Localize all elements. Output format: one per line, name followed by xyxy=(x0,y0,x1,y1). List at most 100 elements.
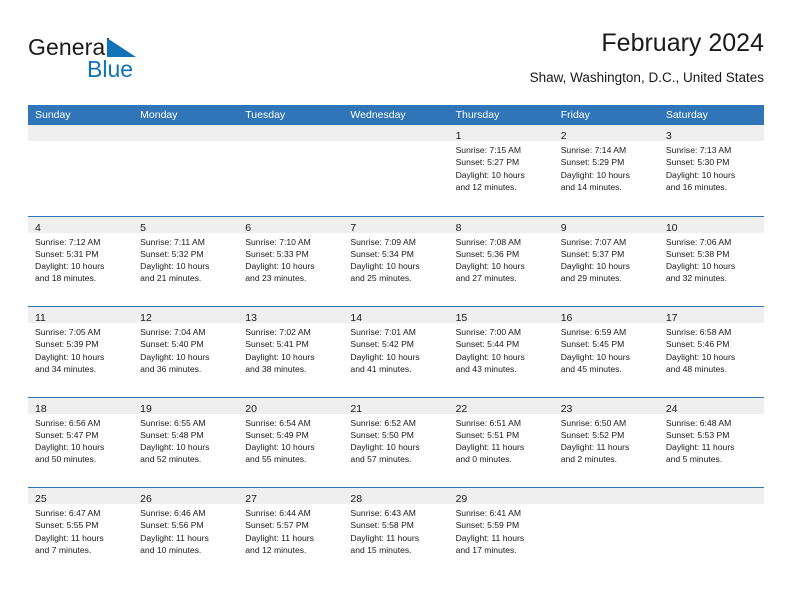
page-header: General Blue February 2024 Shaw, Washing… xyxy=(28,28,764,98)
day-cell[interactable]: 11 Sunrise: 7:05 AM Sunset: 5:39 PM Dayl… xyxy=(28,307,134,397)
day-cell[interactable]: 20 Sunrise: 6:54 AM Sunset: 5:49 PM Dayl… xyxy=(238,397,344,487)
daylight-text-line2: and 12 minutes. xyxy=(455,181,517,192)
day-number-band xyxy=(238,125,344,141)
daylight-text-line1: Daylight: 11 hours xyxy=(560,442,630,453)
sunrise-text: Sunrise: 7:12 AM xyxy=(35,236,101,247)
day-cell[interactable]: 6 Sunrise: 7:10 AM Sunset: 5:33 PM Dayli… xyxy=(238,216,344,306)
daylight-text-line1: Daylight: 10 hours xyxy=(455,261,525,272)
sunset-text: Sunset: 5:41 PM xyxy=(245,339,309,350)
day-number-band: 11 xyxy=(28,307,134,324)
day-cell[interactable]: 25 Sunrise: 6:47 AM Sunset: 5:55 PM Dayl… xyxy=(28,488,134,578)
day-details: Sunrise: 7:01 AM Sunset: 5:42 PM Dayligh… xyxy=(343,323,448,375)
day-number: 23 xyxy=(560,402,573,415)
day-cell[interactable]: 16 Sunrise: 6:59 AM Sunset: 5:45 PM Dayl… xyxy=(553,307,659,397)
day-number-band: 25 xyxy=(28,488,134,505)
day-number: 29 xyxy=(455,493,468,505)
day-cell[interactable]: 4 Sunrise: 7:12 AM Sunset: 5:31 PM Dayli… xyxy=(28,216,134,306)
day-details: Sunrise: 6:52 AM Sunset: 5:50 PM Dayligh… xyxy=(343,414,448,466)
general-blue-logo[interactable]: General Blue xyxy=(28,34,268,92)
sunset-text: Sunset: 5:56 PM xyxy=(140,520,204,531)
day-cell[interactable]: 29 Sunrise: 6:41 AM Sunset: 5:59 PM Dayl… xyxy=(448,488,554,578)
calendar-page: General Blue February 2024 Shaw, Washing… xyxy=(0,0,792,612)
week-row: 1 Sunrise: 7:15 AM Sunset: 5:27 PM Dayli… xyxy=(28,125,764,216)
day-cell[interactable]: 10 Sunrise: 7:06 AM Sunset: 5:38 PM Dayl… xyxy=(658,216,764,306)
daylight-text-line2: and 34 minutes. xyxy=(35,363,97,374)
daylight-text-line2: and 52 minutes. xyxy=(140,454,202,465)
day-cell[interactable]: 24 Sunrise: 6:48 AM Sunset: 5:53 PM Dayl… xyxy=(658,397,764,487)
day-cell[interactable]: 8 Sunrise: 7:08 AM Sunset: 5:36 PM Dayli… xyxy=(448,216,554,306)
day-details: Sunrise: 7:05 AM Sunset: 5:39 PM Dayligh… xyxy=(28,323,133,375)
day-cell[interactable]: 15 Sunrise: 7:00 AM Sunset: 5:44 PM Dayl… xyxy=(448,307,554,397)
day-number-band: 24 xyxy=(658,397,764,415)
sunrise-text: Sunrise: 6:54 AM xyxy=(245,417,311,428)
day-cell[interactable]: 9 Sunrise: 7:07 AM Sunset: 5:37 PM Dayli… xyxy=(553,216,659,306)
sunrise-text: Sunrise: 7:08 AM xyxy=(455,236,522,247)
day-number: 7 xyxy=(350,221,357,234)
daylight-text-line2: and 16 minutes. xyxy=(665,181,727,192)
day-cell[interactable]: 1 Sunrise: 7:15 AM Sunset: 5:27 PM Dayli… xyxy=(448,125,554,216)
day-cell[interactable]: 2 Sunrise: 7:14 AM Sunset: 5:29 PM Dayli… xyxy=(553,125,659,216)
day-cell xyxy=(658,488,764,578)
daylight-text-line1: Daylight: 11 hours xyxy=(245,532,314,543)
day-details: Sunrise: 7:00 AM Sunset: 5:44 PM Dayligh… xyxy=(449,323,554,375)
weekday-header-wednesday: Wednesday xyxy=(350,109,406,121)
day-number-band xyxy=(343,125,449,141)
day-details: Sunrise: 7:12 AM Sunset: 5:31 PM Dayligh… xyxy=(28,233,133,285)
daylight-text-line1: Daylight: 10 hours xyxy=(35,351,105,362)
day-number-band: 3 xyxy=(658,125,764,142)
day-details: Sunrise: 7:13 AM Sunset: 5:30 PM Dayligh… xyxy=(659,141,764,193)
daylight-text-line2: and 5 minutes. xyxy=(665,454,723,465)
sunset-text: Sunset: 5:38 PM xyxy=(665,248,730,259)
daylight-text-line1: Daylight: 10 hours xyxy=(665,261,736,272)
day-cell[interactable]: 7 Sunrise: 7:09 AM Sunset: 5:34 PM Dayli… xyxy=(343,216,449,306)
day-cell[interactable]: 5 Sunrise: 7:11 AM Sunset: 5:32 PM Dayli… xyxy=(133,216,239,306)
day-number-band: 29 xyxy=(448,488,554,505)
day-cell[interactable]: 22 Sunrise: 6:51 AM Sunset: 5:51 PM Dayl… xyxy=(448,397,554,487)
day-number: 1 xyxy=(455,130,462,142)
day-number-band: 18 xyxy=(28,397,134,415)
daylight-text-line1: Daylight: 10 hours xyxy=(140,261,210,272)
day-number: 27 xyxy=(245,493,257,505)
day-number-band: 21 xyxy=(343,397,449,415)
daylight-text-line2: and 15 minutes. xyxy=(350,544,412,555)
day-cell[interactable]: 12 Sunrise: 7:04 AM Sunset: 5:40 PM Dayl… xyxy=(133,307,239,397)
day-cell[interactable]: 21 Sunrise: 6:52 AM Sunset: 5:50 PM Dayl… xyxy=(343,397,449,487)
day-cell[interactable]: 13 Sunrise: 7:02 AM Sunset: 5:41 PM Dayl… xyxy=(238,307,344,397)
day-number-band: 28 xyxy=(343,488,449,505)
day-number: 11 xyxy=(35,312,46,324)
day-number-band xyxy=(553,488,659,504)
daylight-text-line2: and 17 minutes. xyxy=(455,544,517,555)
daylight-text-line2: and 23 minutes. xyxy=(245,273,307,284)
day-cell[interactable]: 14 Sunrise: 7:01 AM Sunset: 5:42 PM Dayl… xyxy=(343,307,449,397)
daylight-text-line1: Daylight: 11 hours xyxy=(665,442,735,453)
day-number: 15 xyxy=(455,312,468,324)
day-number-band: 8 xyxy=(448,216,554,234)
sunrise-text: Sunrise: 6:47 AM xyxy=(35,508,101,518)
daylight-text-line1: Daylight: 11 hours xyxy=(140,532,209,543)
day-cell[interactable]: 27 Sunrise: 6:44 AM Sunset: 5:57 PM Dayl… xyxy=(238,488,344,578)
day-number: 16 xyxy=(560,312,573,324)
day-cell[interactable]: 18 Sunrise: 6:56 AM Sunset: 5:47 PM Dayl… xyxy=(28,397,134,487)
day-details: Sunrise: 7:02 AM Sunset: 5:41 PM Dayligh… xyxy=(238,323,343,375)
day-cell[interactable]: 3 Sunrise: 7:13 AM Sunset: 5:30 PM Dayli… xyxy=(658,125,764,216)
day-cell[interactable]: 26 Sunrise: 6:46 AM Sunset: 5:56 PM Dayl… xyxy=(133,488,239,578)
daylight-text-line1: Daylight: 10 hours xyxy=(350,261,420,272)
day-details: Sunrise: 7:07 AM Sunset: 5:37 PM Dayligh… xyxy=(554,233,659,285)
day-number-band: 7 xyxy=(343,216,449,234)
daylight-text-line1: Daylight: 10 hours xyxy=(350,442,420,453)
daylight-text-line1: Daylight: 10 hours xyxy=(140,442,210,453)
day-details xyxy=(343,141,448,144)
sunset-text: Sunset: 5:59 PM xyxy=(455,520,520,531)
day-details: Sunrise: 6:56 AM Sunset: 5:47 PM Dayligh… xyxy=(28,414,133,466)
day-cell[interactable]: 28 Sunrise: 6:43 AM Sunset: 5:58 PM Dayl… xyxy=(343,488,449,578)
day-details: Sunrise: 7:06 AM Sunset: 5:38 PM Dayligh… xyxy=(659,233,764,285)
sunset-text: Sunset: 5:47 PM xyxy=(35,429,99,440)
sunrise-text: Sunrise: 6:46 AM xyxy=(140,508,206,518)
sunset-text: Sunset: 5:45 PM xyxy=(560,339,625,350)
day-number: 3 xyxy=(665,130,672,142)
day-number-band: 16 xyxy=(553,307,659,324)
day-cell[interactable]: 23 Sunrise: 6:50 AM Sunset: 5:52 PM Dayl… xyxy=(553,397,659,487)
sunset-text: Sunset: 5:57 PM xyxy=(245,520,309,531)
day-cell[interactable]: 17 Sunrise: 6:58 AM Sunset: 5:46 PM Dayl… xyxy=(658,307,764,397)
day-cell[interactable]: 19 Sunrise: 6:55 AM Sunset: 5:48 PM Dayl… xyxy=(133,397,239,487)
